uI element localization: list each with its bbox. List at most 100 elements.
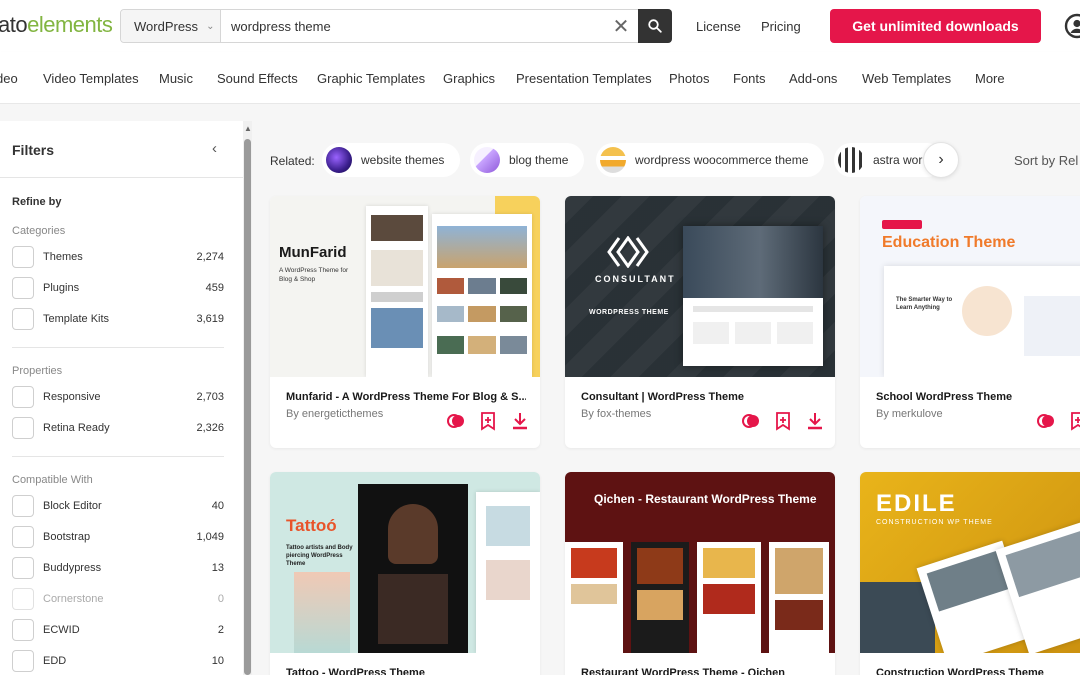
nav-item-fonts[interactable]: Fonts (733, 71, 766, 86)
nav-item-more[interactable]: More (975, 71, 1005, 86)
option-label: Retina Ready (43, 422, 110, 434)
add-to-collection-icon[interactable] (773, 411, 793, 431)
add-to-collection-icon[interactable] (478, 411, 498, 431)
chip-thumbnail (326, 147, 352, 173)
nav-item-add-ons[interactable]: Add-ons (789, 71, 837, 86)
checkbox[interactable] (12, 308, 34, 330)
filter-option-bootstrap[interactable]: Bootstrap 1,049 (12, 526, 224, 548)
license-link[interactable]: License (696, 19, 741, 34)
nav-item-sound-effects[interactable]: Sound Effects (217, 71, 298, 86)
option-label: Buddypress (43, 562, 102, 574)
card-preview-image[interactable]: MunFarid A WordPress Theme for Blog & Sh… (270, 196, 540, 377)
nav-item-web-templates[interactable]: Web Templates (862, 71, 951, 86)
divider (12, 347, 224, 348)
option-label: Template Kits (43, 313, 110, 325)
filter-option-retina-ready[interactable]: Retina Ready 2,326 (12, 417, 224, 439)
get-unlimited-downloads-button[interactable]: Get unlimited downloads (830, 9, 1041, 43)
item-card[interactable]: EDILE CONSTRUCTION WP THEME Construction… (860, 472, 1080, 675)
related-chip-wordpress-woocommerce-theme[interactable]: wordpress woocommerce theme (596, 143, 825, 177)
preview-heading: CONSULTANT (595, 274, 676, 284)
similar-items-icon[interactable] (741, 411, 761, 431)
filter-option-template-kits[interactable]: Template Kits 3,619 (12, 308, 224, 330)
filter-option-block-editor[interactable]: Block Editor 40 (12, 495, 224, 517)
filter-option-edd[interactable]: EDD 10 (12, 650, 224, 672)
item-card[interactable]: Education Theme The Smarter Way to Learn… (860, 196, 1080, 448)
card-author[interactable]: By fox-themes (581, 408, 651, 420)
divider (12, 456, 224, 457)
filter-option-responsive[interactable]: Responsive 2,703 (12, 386, 224, 408)
preview-heading: Education Theme (882, 234, 1016, 251)
add-to-collection-icon[interactable] (1068, 411, 1080, 431)
logo[interactable]: atoelements (0, 12, 113, 38)
checkbox[interactable] (12, 526, 34, 548)
search-category-select[interactable]: WordPress ⌄ (121, 10, 221, 42)
refine-by-label: Refine by (12, 196, 62, 208)
filters-title: Filters (12, 142, 55, 158)
checkbox[interactable] (12, 417, 34, 439)
similar-items-icon[interactable] (446, 411, 466, 431)
related-chip-blog-theme[interactable]: blog theme (470, 143, 585, 177)
sidebar-scrollbar[interactable]: ▲ (243, 121, 252, 675)
nav-item-graphic-templates[interactable]: Graphic Templates (317, 71, 425, 86)
item-card[interactable]: Tattoó Tattoo artists and Body piercing … (270, 472, 540, 675)
checkbox[interactable] (12, 557, 34, 579)
item-card[interactable]: CONSULTANT WORDPRESS THEME Consultant | … (565, 196, 835, 448)
checkbox[interactable] (12, 619, 34, 641)
option-count: 3,619 (196, 313, 224, 325)
filter-option-plugins[interactable]: Plugins 459 (12, 277, 224, 299)
card-title[interactable]: School WordPress Theme (876, 391, 1080, 403)
item-card[interactable]: Qichen - Restaurant WordPress Theme Rest… (565, 472, 835, 675)
nav-item-video[interactable]: deo (0, 71, 18, 86)
nav-item-photos[interactable]: Photos (669, 71, 709, 86)
nav-item-graphics[interactable]: Graphics (443, 71, 495, 86)
filter-option-themes[interactable]: Themes 2,274 (12, 246, 224, 268)
checkbox[interactable] (12, 650, 34, 672)
card-title[interactable]: Tattoo - WordPress Theme (286, 667, 526, 675)
scroll-up-icon[interactable]: ▲ (244, 124, 252, 133)
card-title[interactable]: Munfarid - A WordPress Theme For Blog & … (286, 391, 526, 403)
group-title-compatible-with: Compatible With (12, 474, 93, 486)
nav-item-presentation-templates[interactable]: Presentation Templates (516, 71, 652, 86)
checkbox[interactable] (12, 495, 34, 517)
pricing-link[interactable]: Pricing (761, 19, 801, 34)
card-title[interactable]: Construction WordPress Theme (876, 667, 1080, 675)
option-label: Themes (43, 251, 83, 263)
chevron-down-icon: ⌄ (206, 20, 215, 32)
filter-option-ecwid[interactable]: ECWID 2 (12, 619, 224, 641)
nav-shadow-band (0, 104, 1080, 121)
chips-next-button[interactable]: › (923, 142, 959, 178)
card-title[interactable]: Consultant | WordPress Theme (581, 391, 821, 403)
option-count: 2,326 (196, 422, 224, 434)
nav-item-video-templates[interactable]: Video Templates (43, 71, 139, 86)
account-icon[interactable] (1064, 13, 1080, 39)
checkbox[interactable] (12, 386, 34, 408)
card-author[interactable]: By energeticthemes (286, 408, 383, 420)
card-preview-image[interactable]: CONSULTANT WORDPRESS THEME (565, 196, 835, 377)
chip-thumbnail (838, 147, 864, 173)
checkbox[interactable] (12, 277, 34, 299)
search-input[interactable]: wordpress theme (221, 10, 604, 42)
card-title[interactable]: Restaurant WordPress Theme - Qichen (581, 667, 821, 675)
nav-item-music[interactable]: Music (159, 71, 193, 86)
preview-heading: Qichen - Restaurant WordPress Theme (594, 492, 817, 506)
card-preview-image[interactable]: Education Theme The Smarter Way to Learn… (860, 196, 1080, 377)
download-icon[interactable] (805, 411, 825, 431)
similar-items-icon[interactable] (1036, 411, 1056, 431)
sort-dropdown[interactable]: Sort by Rel (1014, 153, 1078, 168)
option-label: Responsive (43, 391, 101, 403)
checkbox[interactable] (12, 246, 34, 268)
consultant-logo-icon (607, 236, 649, 268)
related-chip-website-themes[interactable]: website themes (322, 143, 461, 177)
scrollbar-thumb[interactable] (244, 139, 251, 675)
option-count: 13 (211, 562, 224, 574)
card-author[interactable]: By merkulove (876, 408, 943, 420)
download-icon[interactable] (510, 411, 530, 431)
chevron-left-icon[interactable]: ‹ (212, 140, 217, 157)
search-button[interactable] (638, 9, 672, 43)
filter-option-buddypress[interactable]: Buddypress 13 (12, 557, 224, 579)
clear-icon[interactable]: ✕ (604, 10, 638, 42)
card-preview-image[interactable]: Qichen - Restaurant WordPress Theme (565, 472, 835, 653)
card-preview-image[interactable]: Tattoó Tattoo artists and Body piercing … (270, 472, 540, 653)
item-card[interactable]: MunFarid A WordPress Theme for Blog & Sh… (270, 196, 540, 448)
card-preview-image[interactable]: EDILE CONSTRUCTION WP THEME (860, 472, 1080, 653)
